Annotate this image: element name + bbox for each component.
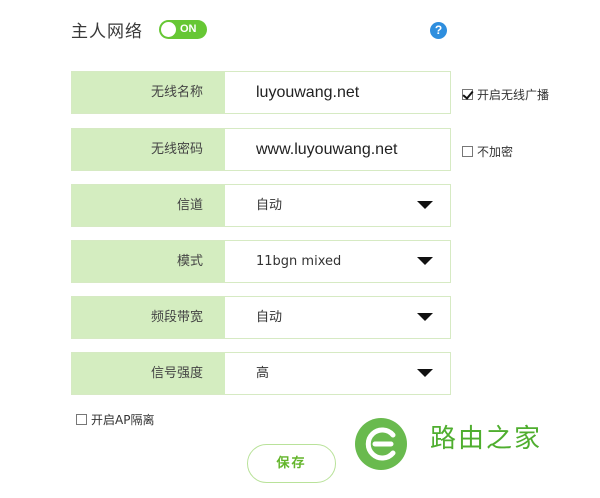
ssid-label: 无线名称 xyxy=(72,72,225,113)
no-encrypt-option[interactable]: 不加密 xyxy=(462,143,513,160)
ssid-input[interactable]: luyouwang.net xyxy=(256,72,359,113)
brand-watermark: 路由之家 xyxy=(430,424,543,454)
mode-row[interactable]: 模式 11bgn mixed xyxy=(71,240,451,283)
broadcast-label: 开启无线广播 xyxy=(477,88,550,102)
signal-dropdown-icon[interactable] xyxy=(417,369,433,377)
toggle-knob xyxy=(161,22,176,37)
bandwidth-select[interactable]: 自动 xyxy=(256,297,282,338)
signal-select[interactable]: 高 xyxy=(256,353,269,394)
ap-isolation-label: 开启AP隔离 xyxy=(91,413,155,427)
help-icon[interactable]: ? xyxy=(430,22,447,39)
signal-label: 信号强度 xyxy=(72,353,225,394)
password-label: 无线密码 xyxy=(72,129,225,170)
broadcast-option[interactable]: 开启无线广播 xyxy=(462,86,549,103)
channel-select[interactable]: 自动 xyxy=(256,185,282,226)
channel-label: 信道 xyxy=(72,185,225,226)
signal-row[interactable]: 信号强度 高 xyxy=(71,352,451,395)
page-title: 主人网络 xyxy=(71,22,143,42)
network-toggle[interactable]: ON xyxy=(159,20,207,39)
mode-dropdown-icon[interactable] xyxy=(417,257,433,265)
channel-row[interactable]: 信道 自动 xyxy=(71,184,451,227)
brand-logo-icon xyxy=(355,418,407,470)
bandwidth-row[interactable]: 频段带宽 自动 xyxy=(71,296,451,339)
broadcast-checkbox[interactable] xyxy=(462,89,473,100)
mode-select[interactable]: 11bgn mixed xyxy=(256,241,341,282)
channel-dropdown-icon[interactable] xyxy=(417,201,433,209)
no-encrypt-checkbox[interactable] xyxy=(462,146,473,157)
password-input[interactable]: www.luyouwang.net xyxy=(256,129,397,170)
password-row: 无线密码 www.luyouwang.net xyxy=(71,128,451,171)
ssid-row: 无线名称 luyouwang.net xyxy=(71,71,451,114)
ap-isolation-checkbox[interactable] xyxy=(76,414,87,425)
mode-label: 模式 xyxy=(72,241,225,282)
ap-isolation-option[interactable]: 开启AP隔离 xyxy=(76,411,154,428)
no-encrypt-label: 不加密 xyxy=(477,145,514,159)
save-button[interactable]: 保存 xyxy=(247,444,336,483)
bandwidth-dropdown-icon[interactable] xyxy=(417,313,433,321)
bandwidth-label: 频段带宽 xyxy=(72,297,225,338)
toggle-label: ON xyxy=(180,23,197,35)
